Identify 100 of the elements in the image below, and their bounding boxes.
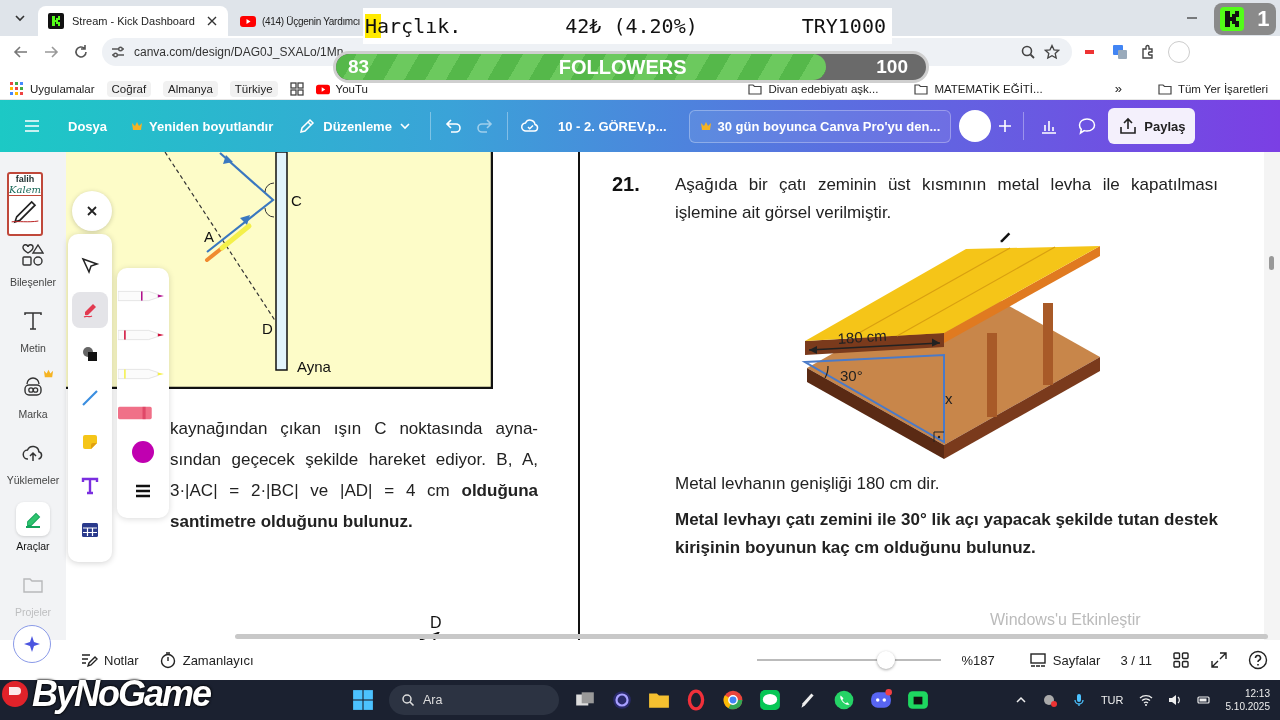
bookmark[interactable]: Türkiye [229,80,278,97]
user-avatar[interactable] [959,110,992,142]
page-counter: 3 / 11 [1120,652,1152,668]
star-icon[interactable] [1044,44,1060,60]
point-label: A [204,228,214,245]
goal-label: FOLLOWERS [558,55,687,79]
sidebar-item[interactable]: Bileşenler [0,238,66,292]
problem-text-line: 3·|AC| = 2·|BC| ve |AD| = 4 cm olduğuna [170,480,538,502]
zoom-icon[interactable] [1020,44,1036,60]
network-warning-icon[interactable] [1042,693,1057,707]
pointer-icon [80,256,100,276]
ring-app-icon[interactable] [611,689,633,711]
clock-date: 5.10.2025 [1225,700,1270,713]
close-icon[interactable] [206,15,218,27]
tab-title: (414) Üçgenin Yardımcı [262,15,361,27]
site-settings-icon[interactable] [110,44,126,60]
crown-icon [131,120,144,132]
browser-icon[interactable] [722,689,744,711]
follower-count: 83 [348,56,370,78]
youtube-logo-icon [240,13,256,29]
speaker-icon[interactable] [1167,693,1182,707]
sidebar-item[interactable]: Araçlar [0,502,66,556]
chat-bubble-app-icon[interactable] [759,689,781,711]
translate-icon[interactable] [1112,44,1128,60]
slider-thumb[interactable] [877,651,896,669]
question-prompt: Metal levhayı çatı zemini ile 30° lik açı yapacak şekilde tutan destek kirişinin boyunun kaç cm olduğunu bulunuz. [675,509,1218,559]
ring-browser-icon[interactable] [685,689,707,711]
question-number: 21. [612,172,641,197]
battery-icon[interactable] [1196,693,1211,707]
table-icon [80,520,100,540]
grid-icon[interactable] [289,81,304,96]
sponsor-logo: ByNoGame [0,673,211,715]
color-swatch[interactable] [132,440,154,463]
mirror-label: Ayna [297,358,331,375]
more-bookmarks-button[interactable]: » [1114,81,1122,96]
problem-text-line: santimetre olduğunu bulunuz. [170,511,414,533]
system-clock[interactable]: 12:13 5.10.2025 [1225,687,1270,713]
notes-button[interactable]: Notlar [80,651,139,669]
puzzle-icon[interactable] [1140,44,1156,60]
problem-text-line: kaynağından çıkan ışın C noktasında ayna- [170,418,538,440]
timer-button[interactable]: Zamanlayıcı [158,651,254,669]
fullscreen-icon[interactable] [1210,651,1228,669]
bookmark[interactable]: Uygulamalar [10,81,95,96]
brand-kit-icon [22,376,44,398]
reload-icon[interactable] [72,43,90,61]
folder-icon [748,81,763,96]
given-text: Metal levhanın genişliği 180 cm dir. [675,474,941,494]
sidebar-item[interactable]: Marka [0,370,66,424]
windows-start-icon[interactable] [352,689,374,711]
width-label: 180 cm [837,326,888,347]
triangle-corner-drawing [418,632,442,640]
pro-trial-button[interactable]: 30 gün boyunca Canva Pro'yu den... [688,109,952,143]
speech-bubble-icon [1077,116,1098,136]
text-t-icon [22,310,44,332]
notes-icon [80,651,98,669]
folder-icon [1157,81,1172,96]
stopwatch-icon [158,651,177,669]
bookmark[interactable]: YouTu [315,81,368,96]
taskbar-search-field[interactable]: Ara [389,685,559,715]
highlighter-stroke [205,223,252,262]
problem-text-line: sından geçecek şekilde hareket ediyor. B, A, [170,449,538,471]
scrollbar-thumb[interactable] [1269,256,1274,270]
tab-title: Stream - Kick Dashboard [72,15,196,27]
bookmark-folder[interactable]: MATEMATİK EĞİTİ... [914,81,1043,96]
clock-time: 12:13 [1244,687,1270,700]
angle-label: 30° [840,367,863,384]
sidebar-item[interactable]: Metin [0,304,66,358]
bookmark[interactable]: Almanya [163,80,218,97]
input-language[interactable]: TUR [1100,694,1124,706]
grid-view-icon[interactable] [1172,651,1190,669]
bookmark-folder[interactable]: Tüm Yer İşaretleri [1157,81,1268,96]
shapes-icon [22,244,44,266]
text-t-icon [80,476,100,496]
bookmark[interactable]: Coğraf [106,80,152,97]
zoom-percentage[interactable]: %187 [961,652,995,668]
browser-tab[interactable]: Stream - Kick Dashboard [38,6,228,36]
bookmark-folder[interactable]: Divan edebiyatı aşk... [748,81,879,96]
game-controller-app-icon[interactable] [870,689,892,711]
microphone-icon[interactable] [1071,693,1086,707]
height-label: x [945,390,953,407]
kick-logo-icon [48,13,64,29]
sidebar-item[interactable]: Yüklemeler [0,436,66,490]
browser-tab[interactable]: (414) Üçgenin Yardımcı [232,6,362,36]
search-icon [401,693,415,707]
magic-sparkle-button[interactable] [13,625,51,663]
shapes-icon [80,344,100,364]
point-label: D [262,320,273,337]
wifi-icon[interactable] [1138,693,1153,707]
goal-target: 100 [876,56,908,78]
crown-icon [699,120,712,132]
share-button[interactable]: Paylaş [1108,108,1196,144]
line-icon [80,388,100,408]
store-app-icon[interactable] [907,689,929,711]
phone-chat-icon[interactable] [833,689,855,711]
pen-tool-icon [16,502,50,536]
pages-button[interactable]: Sayfalar [1028,651,1101,669]
viewer-count-badge: 1 [1214,3,1276,35]
kick-logo-icon [1220,7,1245,31]
help-icon[interactable] [1248,650,1268,670]
point-label: D [430,614,442,632]
